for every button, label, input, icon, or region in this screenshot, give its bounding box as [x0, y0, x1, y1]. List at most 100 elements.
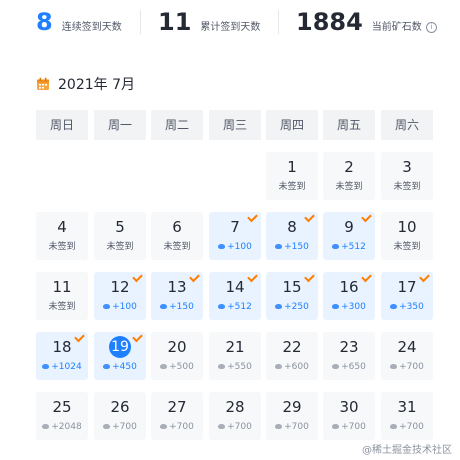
- weekday-label: 周四: [266, 110, 318, 140]
- calendar-day[interactable]: 29 +700: [266, 392, 318, 440]
- day-status: 未签到: [323, 181, 375, 193]
- day-status: +2048: [36, 421, 88, 433]
- day-reward-text: 未签到: [335, 182, 363, 192]
- ore-icon: [275, 304, 283, 309]
- ore-icon: [390, 424, 398, 429]
- calendar-month-title: 2021年 7月: [58, 77, 135, 93]
- ore-icon: [218, 364, 226, 369]
- day-reward-text: +250: [284, 302, 309, 312]
- info-icon[interactable]: i: [425, 22, 437, 33]
- calendar-day[interactable]: 10 未签到: [381, 212, 433, 260]
- stat-divider: [140, 10, 141, 34]
- day-number: 22: [282, 338, 302, 356]
- calendar-day[interactable]: 15 +250: [266, 271, 318, 320]
- day-number: 10: [397, 218, 417, 236]
- day-status: +700: [381, 361, 433, 373]
- watermark: @稀土掘金技术社区: [362, 445, 452, 456]
- day-status: 未签到: [36, 241, 88, 253]
- day-reward-text: 未签到: [48, 302, 76, 312]
- day-reward-text: +600: [284, 362, 309, 372]
- ore-icon: [218, 424, 226, 429]
- calendar-day[interactable]: 2 未签到: [323, 152, 375, 200]
- ore-icon: [275, 244, 283, 249]
- day-status: +700: [266, 421, 318, 433]
- calendar-day[interactable]: 5 未签到: [94, 212, 146, 260]
- day-status: +300: [323, 301, 375, 313]
- calendar-day[interactable]: 25 +2048: [36, 392, 88, 440]
- day-status: +350: [381, 301, 433, 313]
- calendar-day[interactable]: 28 +700: [209, 392, 261, 440]
- total-days-stat: 11 累计签到天数: [158, 4, 260, 40]
- calendar-day[interactable]: 20 +500: [151, 332, 203, 380]
- calendar-day[interactable]: 23 +650: [323, 332, 375, 380]
- continuous-days-value: 8: [36, 8, 53, 36]
- calendar-day[interactable]: 16 +300: [323, 271, 375, 320]
- calendar-day[interactable]: 17 +350: [381, 271, 433, 320]
- day-number: 3: [402, 158, 412, 176]
- day-reward-text: +700: [284, 422, 309, 432]
- total-days-value: 11: [158, 8, 192, 36]
- day-number: 21: [225, 338, 245, 356]
- ore-icon: [160, 424, 168, 429]
- day-status: 未签到: [266, 181, 318, 193]
- day-status: +100: [94, 301, 146, 313]
- total-days-label: 累计签到天数: [200, 22, 261, 33]
- day-number: 20: [167, 338, 187, 356]
- calendar-day[interactable]: 4 未签到: [36, 212, 88, 260]
- day-reward-text: 未签到: [48, 242, 76, 252]
- day-status: 未签到: [381, 241, 433, 253]
- day-status: +700: [151, 421, 203, 433]
- day-reward-text: +650: [341, 362, 366, 372]
- day-reward-text: +700: [399, 422, 424, 432]
- day-number: 29: [282, 398, 302, 416]
- ore-icon: [218, 244, 226, 249]
- ore-icon: [332, 424, 340, 429]
- calendar-day[interactable]: 27 +700: [151, 392, 203, 440]
- calendar-day[interactable]: 13 +150: [151, 271, 203, 320]
- day-status: +512: [323, 241, 375, 253]
- day-reward-text: 未签到: [106, 242, 134, 252]
- calendar-day[interactable]: 22 +600: [266, 332, 318, 380]
- day-status: +600: [266, 361, 318, 373]
- calendar-day[interactable]: 26 +700: [94, 392, 146, 440]
- check-icon: [132, 331, 143, 343]
- calendar-day[interactable]: 8 +150: [266, 211, 318, 260]
- calendar-day[interactable]: 9 +512: [323, 211, 375, 260]
- ore-icon: [390, 304, 398, 309]
- weekday-label: 周五: [323, 110, 375, 140]
- calendar-day[interactable]: 31 +700: [381, 392, 433, 440]
- day-number: 25: [52, 398, 72, 416]
- calendar-day[interactable]: 18 +1024: [36, 331, 88, 380]
- calendar-day[interactable]: 6 未签到: [151, 212, 203, 260]
- ore-icon: [42, 364, 50, 369]
- day-status: 未签到: [381, 181, 433, 193]
- calendar-day[interactable]: 1 未签到: [266, 152, 318, 200]
- day-status: +700: [323, 421, 375, 433]
- calendar-day[interactable]: 19 +450: [94, 331, 146, 380]
- ore-icon: [332, 364, 340, 369]
- calendar-day[interactable]: 11 未签到: [36, 272, 88, 320]
- ore-count-label: 当前矿石数: [371, 22, 422, 33]
- calendar-day[interactable]: 3 未签到: [381, 152, 433, 200]
- day-reward-text: +1024: [51, 362, 82, 372]
- day-reward-text: +100: [112, 302, 137, 312]
- day-status: +450: [94, 361, 146, 373]
- weekday-label: 周三: [209, 110, 261, 140]
- ore-icon: [103, 424, 111, 429]
- day-reward-text: 未签到: [163, 242, 191, 252]
- day-reward-text: +150: [284, 242, 309, 252]
- continuous-days-stat: 8 连续签到天数: [36, 4, 122, 40]
- day-number: 11: [52, 278, 72, 296]
- calendar-day[interactable]: 24 +700: [381, 332, 433, 380]
- calendar-day[interactable]: 14 +512: [209, 271, 261, 320]
- calendar-day[interactable]: 21 +550: [209, 332, 261, 380]
- stat-divider: [278, 10, 279, 34]
- calendar-day[interactable]: 12 +100: [94, 271, 146, 320]
- calendar-day[interactable]: 30 +700: [323, 392, 375, 440]
- ore-icon: [160, 364, 168, 369]
- calendar-day[interactable]: 7 +100: [209, 211, 261, 260]
- day-number: 1: [287, 158, 297, 176]
- day-number: 28: [225, 398, 245, 416]
- ore-icon: [160, 304, 168, 309]
- ore-icon: [275, 424, 283, 429]
